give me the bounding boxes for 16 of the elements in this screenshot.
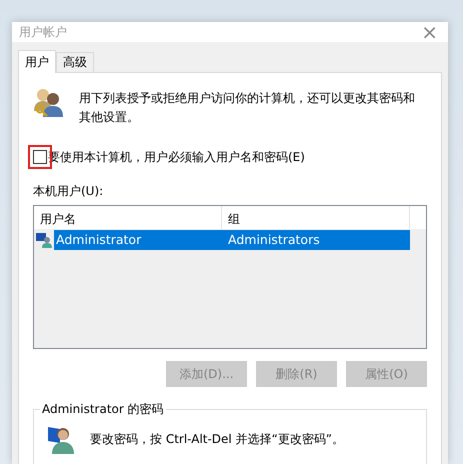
tab[interactable]: 高级 [56,52,94,72]
password-hint: 要改密码，按 Ctrl-Alt-Del 并选择“更改密码”。 [90,430,344,448]
description-text: 用下列表授予或拒绝用户访问你的计算机，还可以更改其密码和其他设置。 [79,90,416,126]
window-title: 用户帐户 [19,24,67,40]
tab[interactable]: 用户 [18,50,56,73]
users-icon [33,87,63,119]
checkbox[interactable] [33,150,47,164]
user-monitor-icon [46,424,76,454]
close-button[interactable]: × [417,22,442,42]
user-monitor-icon [36,232,52,248]
column-header[interactable]: 组 [222,206,410,229]
table-cell[interactable]: Administrator [54,230,222,250]
group-title: Administrator 的密码 [41,401,165,418]
list-label: 本机用户(U): [33,183,104,200]
table-cell[interactable]: Administrators [222,230,410,250]
column-header[interactable]: 用户名 [34,206,222,229]
